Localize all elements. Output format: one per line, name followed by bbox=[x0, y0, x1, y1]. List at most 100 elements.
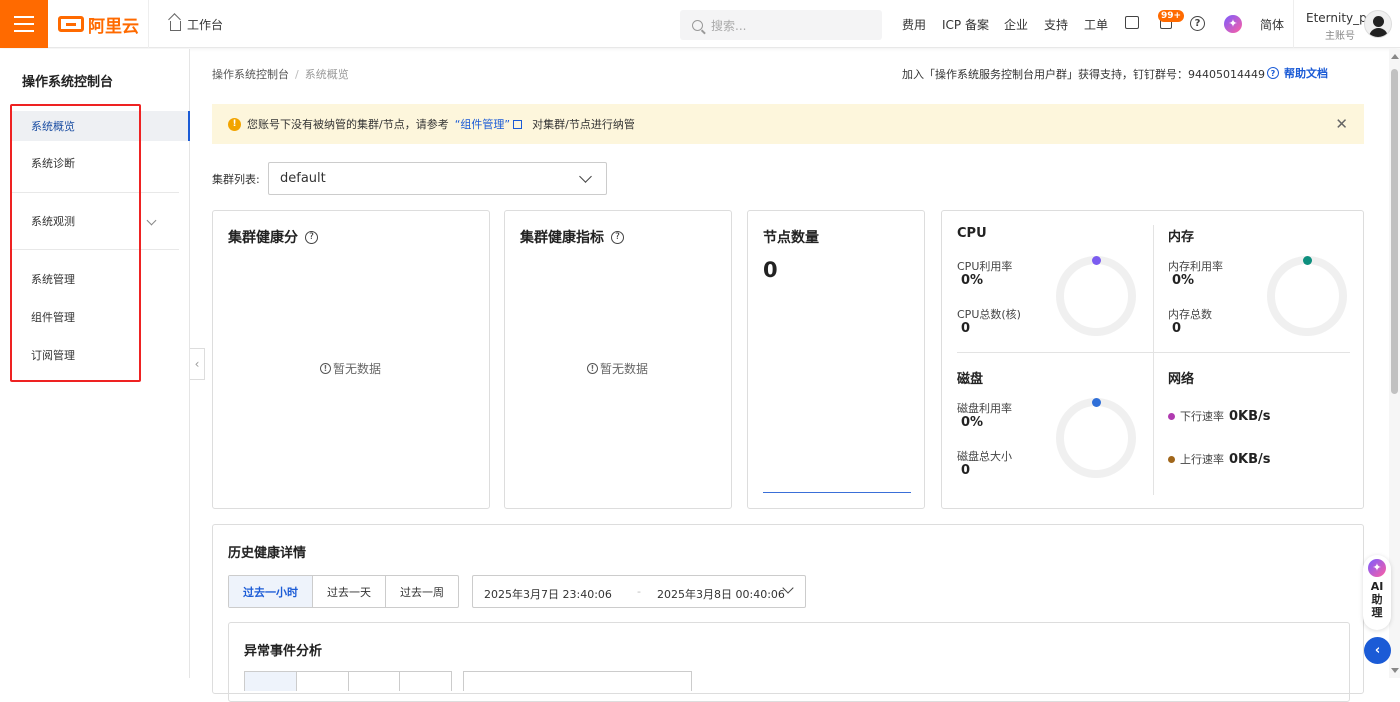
cluster-selected-value: default bbox=[280, 171, 326, 186]
ai-star-icon[interactable]: ✦ bbox=[1224, 15, 1242, 33]
nav-icp[interactable]: ICP 备案 bbox=[942, 16, 989, 33]
alert-text-prefix: 您账号下没有被纳管的集群/节点，请参考 bbox=[247, 118, 449, 131]
cluster-list-label: 集群列表: bbox=[212, 173, 260, 186]
health-score-card: 集群健康分? ! 暂无数据 bbox=[212, 210, 490, 509]
history-section: 历史健康详情 过去一小时 过去一天 过去一周 2025年3月7日 23:40:0… bbox=[212, 524, 1364, 702]
anomaly-date-range[interactable] bbox=[463, 671, 692, 691]
anomaly-tabs bbox=[244, 671, 452, 691]
help-doc-label: 帮助文档 bbox=[1284, 67, 1328, 80]
range-tab-day[interactable]: 过去一天 bbox=[313, 576, 386, 607]
no-data: ! 暂无数据 bbox=[320, 360, 381, 377]
disk-total-label: 磁盘总大小 bbox=[957, 450, 1012, 463]
nav-ticket[interactable]: 工单 bbox=[1084, 16, 1108, 33]
download-label: 下行速率 bbox=[1180, 410, 1224, 423]
no-data-text: 暂无数据 bbox=[600, 362, 649, 376]
avatar[interactable] bbox=[1364, 10, 1392, 38]
question-icon[interactable]: ? bbox=[305, 230, 318, 244]
search-input[interactable]: 搜索... bbox=[680, 10, 882, 40]
aliyun-logo-icon bbox=[58, 16, 84, 32]
memory-ring-chart bbox=[1267, 256, 1347, 336]
range-tab-hour[interactable]: 过去一小时 bbox=[229, 576, 313, 607]
cpu-usage-label: CPU利用率 bbox=[957, 260, 1013, 273]
health-metrics-card: 集群健康指标? ! 暂无数据 bbox=[504, 210, 732, 509]
cpu-total-value: 0 bbox=[961, 321, 971, 336]
anomaly-tab[interactable] bbox=[400, 672, 451, 691]
network-up-row: 上行速率 0KB/s bbox=[1168, 451, 1271, 467]
resource-metrics-card: CPU CPU利用率 0% CPU总数(核) 0 内存 内存利用率 0% 内存总… bbox=[941, 210, 1364, 509]
network-down-row: 下行速率 0KB/s bbox=[1168, 408, 1271, 424]
node-count-card: 节点数量 0 bbox=[747, 210, 925, 509]
info-icon: ! bbox=[587, 363, 598, 374]
breadcrumb: 操作系统控制台 / 系统概览 bbox=[212, 68, 349, 81]
download-dot bbox=[1168, 413, 1175, 420]
help-doc-link[interactable]: ? 帮助文档 bbox=[1267, 65, 1328, 81]
range-separator: - bbox=[637, 585, 641, 598]
ai-star-icon: ✦ bbox=[1368, 559, 1386, 577]
node-count-title: 节点数量 bbox=[763, 230, 819, 246]
card-title: 集群健康指标? bbox=[520, 227, 624, 247]
scroll-up-arrow-icon[interactable] bbox=[1391, 54, 1399, 59]
upload-dot bbox=[1168, 456, 1175, 463]
user-role: 主账号 bbox=[1325, 31, 1355, 42]
anomaly-tab[interactable] bbox=[245, 672, 297, 691]
node-count-value: 0 bbox=[763, 258, 778, 282]
upload-label: 上行速率 bbox=[1180, 453, 1224, 466]
nav-billing[interactable]: 费用 bbox=[902, 16, 926, 33]
date-range-picker[interactable]: 2025年3月7日 23:40:06 - 2025年3月8日 00:40:06 bbox=[472, 575, 806, 608]
chevron-left-icon[interactable]: ‹ bbox=[1364, 637, 1391, 664]
alert-text-suffix: 对集群/节点进行纳管 bbox=[532, 118, 635, 131]
chevron-down-icon bbox=[579, 170, 592, 183]
logo-text: 阿里云 bbox=[88, 16, 139, 37]
scroll-down-arrow-icon[interactable] bbox=[1391, 668, 1399, 673]
divider bbox=[148, 0, 149, 48]
anomaly-title: 异常事件分析 bbox=[244, 644, 323, 659]
warning-icon: ! bbox=[228, 117, 241, 131]
language-switch[interactable]: 简体 bbox=[1260, 16, 1284, 33]
external-link-icon bbox=[513, 120, 523, 129]
terminal-icon[interactable] bbox=[1125, 16, 1139, 29]
ai-assistant-button[interactable]: ✦ AI助理 bbox=[1363, 555, 1391, 630]
search-placeholder: 搜索... bbox=[711, 18, 747, 33]
search-icon bbox=[692, 19, 703, 31]
nav-support[interactable]: 支持 bbox=[1044, 16, 1068, 33]
health-score-title: 集群健康分 bbox=[228, 230, 298, 246]
memory-ring-dot bbox=[1303, 256, 1312, 265]
node-count-line bbox=[763, 492, 911, 493]
cpu-title: CPU bbox=[957, 226, 987, 241]
network-title: 网络 bbox=[1168, 372, 1195, 387]
memory-total-value: 0 bbox=[1172, 321, 1182, 336]
alert-link-label: “组件管理” bbox=[454, 118, 511, 131]
question-icon[interactable]: ? bbox=[611, 230, 624, 244]
range-tab-week[interactable]: 过去一周 bbox=[386, 576, 458, 607]
upload-value: 0KB/s bbox=[1229, 452, 1271, 467]
nav-enterprise[interactable]: 企业 bbox=[1004, 16, 1028, 33]
anomaly-tab[interactable] bbox=[297, 672, 349, 691]
cluster-select[interactable]: default bbox=[268, 162, 607, 195]
breadcrumb-console[interactable]: 操作系统控制台 bbox=[212, 68, 289, 81]
warning-alert: ! 您账号下没有被纳管的集群/节点，请参考 “组件管理” 对集群/节点进行纳管 … bbox=[212, 104, 1364, 144]
disk-ring-chart bbox=[1056, 398, 1136, 478]
home-icon bbox=[170, 20, 181, 31]
user-name[interactable]: Eternity_p bbox=[1306, 11, 1367, 25]
anomaly-section: 异常事件分析 bbox=[228, 622, 1350, 702]
no-data-text: 暂无数据 bbox=[333, 362, 382, 376]
anomaly-tab[interactable] bbox=[349, 672, 401, 691]
range-end: 2025年3月8日 00:40:06 bbox=[657, 588, 785, 601]
help-icon[interactable]: ? bbox=[1190, 16, 1205, 31]
workbench-link[interactable]: 工作台 bbox=[160, 10, 235, 38]
disk-title: 磁盘 bbox=[957, 372, 984, 387]
scroll-thumb[interactable] bbox=[1391, 69, 1398, 394]
hamburger-menu-icon[interactable] bbox=[0, 0, 48, 48]
cpu-ring-chart bbox=[1056, 256, 1136, 336]
range-start: 2025年3月7日 23:40:06 bbox=[484, 588, 612, 601]
health-metrics-title: 集群健康指标 bbox=[520, 230, 604, 246]
component-manage-link[interactable]: “组件管理” bbox=[455, 116, 526, 132]
memory-usage-value: 0% bbox=[1172, 273, 1195, 288]
close-icon[interactable]: ✕ bbox=[1335, 115, 1348, 133]
notification-badge: 99+ bbox=[1158, 10, 1185, 22]
aliyun-logo[interactable]: 阿里云 bbox=[58, 12, 139, 37]
ai-assistant-label: AI助理 bbox=[1370, 580, 1384, 619]
disk-usage-value: 0% bbox=[961, 415, 984, 430]
breadcrumb-current: 系统概览 bbox=[304, 68, 349, 81]
memory-title: 内存 bbox=[1168, 230, 1195, 245]
